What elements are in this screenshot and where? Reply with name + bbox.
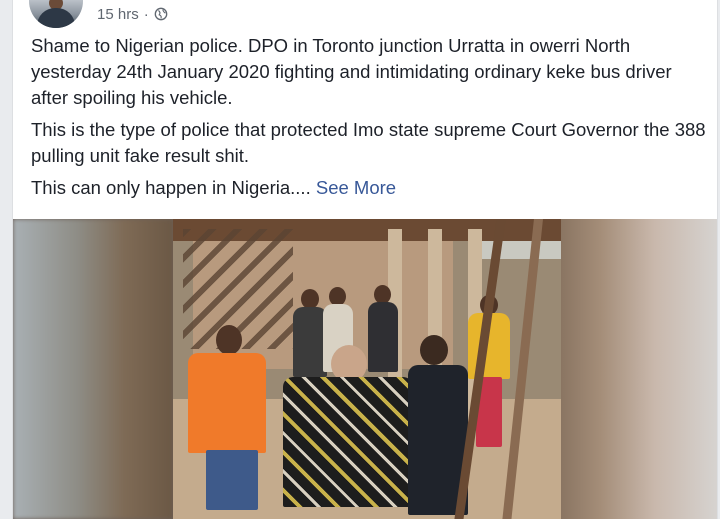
globe-icon[interactable] — [154, 7, 168, 21]
post-text: Shame to Nigerian police. DPO in Toronto… — [31, 33, 711, 207]
video-frame[interactable] — [173, 219, 561, 519]
post-paragraph-2: This is the type of police that protecte… — [31, 119, 706, 166]
video-blur-right — [561, 219, 717, 519]
post-video[interactable] — [13, 219, 717, 519]
post-header: 15 hrs · — [29, 0, 168, 28]
avatar-shoulders — [37, 8, 75, 28]
meta-separator: · — [143, 5, 149, 23]
post-timestamp[interactable]: 15 hrs — [97, 6, 139, 23]
post-paragraph-1: Shame to Nigerian police. DPO in Toronto… — [31, 35, 672, 108]
post-paragraph-3-text: This can only happen in Nigeria.... — [31, 177, 311, 198]
avatar[interactable] — [29, 0, 83, 28]
post-meta: 15 hrs · — [97, 6, 168, 23]
post-paragraph-3: This can only happen in Nigeria.... See … — [31, 175, 711, 201]
see-more-link[interactable]: See More — [316, 177, 396, 198]
post-card: 15 hrs · Shame to Nigerian police. DPO i… — [12, 0, 718, 519]
video-blur-left — [13, 219, 173, 519]
